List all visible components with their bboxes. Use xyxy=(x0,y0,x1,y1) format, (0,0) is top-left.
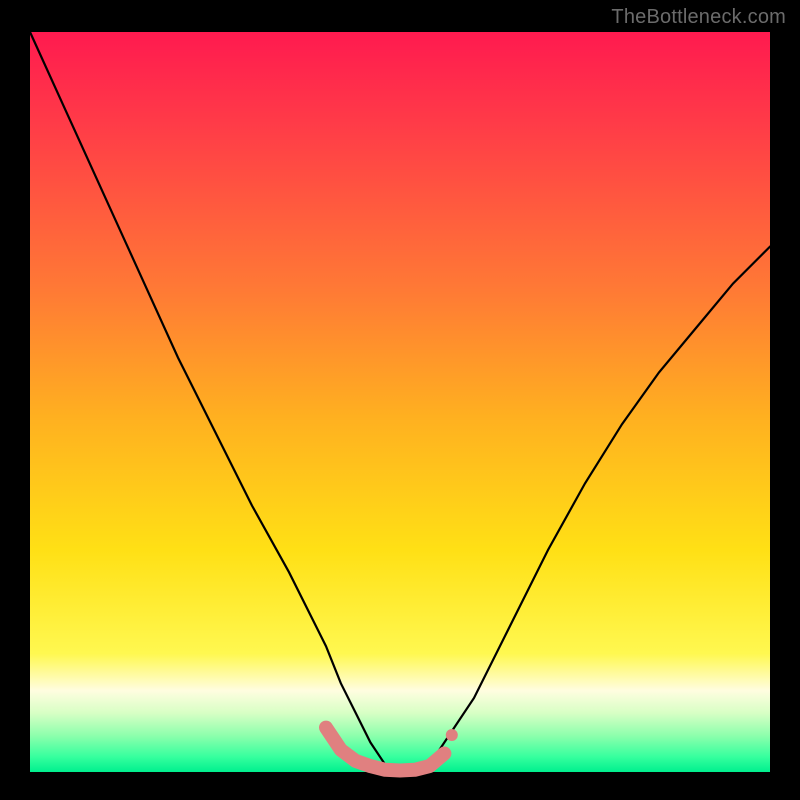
chart-svg xyxy=(30,32,770,772)
valley-band-line xyxy=(326,728,444,771)
plot-area xyxy=(30,32,770,772)
frame: TheBottleneck.com xyxy=(0,0,800,800)
bottleneck-curve-line xyxy=(30,32,770,772)
outlier-dot xyxy=(446,729,458,741)
watermark-text: TheBottleneck.com xyxy=(611,6,786,29)
